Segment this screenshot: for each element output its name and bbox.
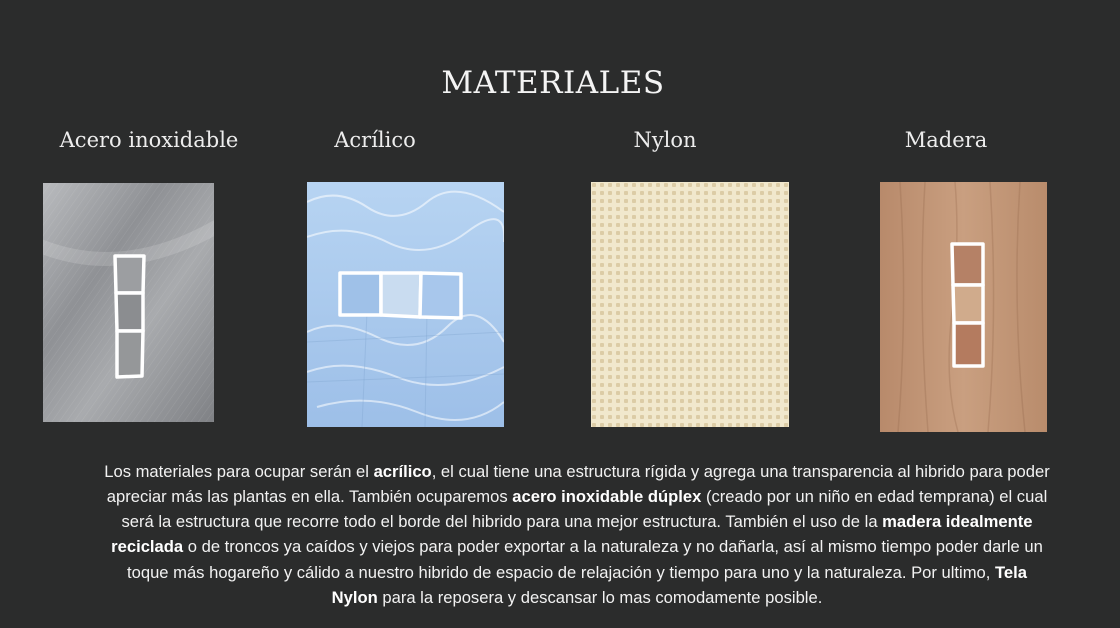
acrylic-swatch-image — [307, 182, 504, 427]
highlight-acrylic: acrílico — [373, 461, 432, 481]
material-label-steel: Acero inoxidable — [59, 128, 239, 152]
nylon-swatch-image — [591, 182, 789, 427]
wood-swatch-image — [880, 182, 1047, 432]
material-label-acrylic: Acrílico — [334, 128, 416, 152]
steel-swatch-image — [43, 183, 214, 422]
material-label-nylon: Nylon — [633, 128, 697, 152]
highlight-steel: acero inoxidable dúplex — [512, 486, 702, 506]
material-label-wood: Madera — [904, 128, 988, 152]
description-text: para la reposera y descansar lo mas como… — [377, 588, 823, 608]
materials-description: Los materiales para ocupar serán el acrí… — [104, 459, 1050, 611]
description-text: o de troncos ya caídos y viejos para pod… — [127, 537, 1043, 582]
description-text: Los materiales para ocupar serán el — [104, 461, 374, 481]
section-title: MATERIALES — [441, 64, 665, 101]
